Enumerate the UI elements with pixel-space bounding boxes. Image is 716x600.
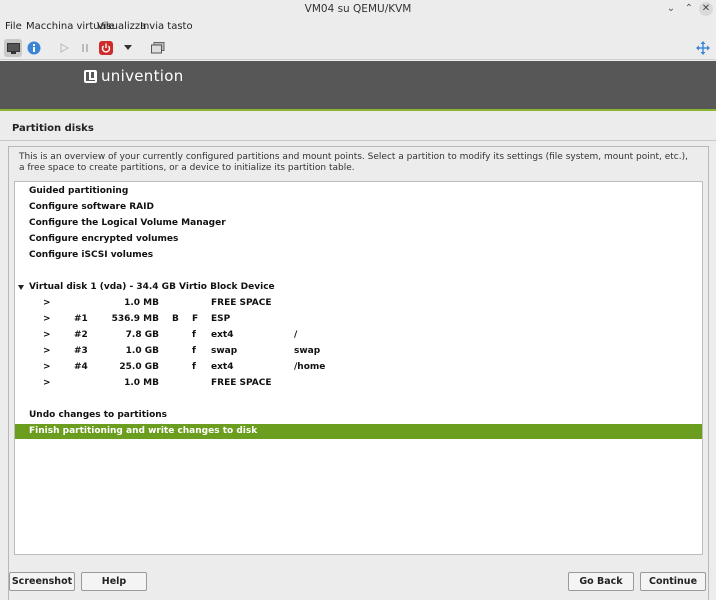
partition-filesystem: FREE SPACE [211,378,272,388]
installer-banner: univention [0,61,716,111]
partition-format-flag: f [192,362,196,372]
partition-filesystem: swap [211,346,238,356]
partition-bootable-flag: B [172,314,179,324]
partition-arrow: > [43,362,51,372]
partition-format-flag: f [192,330,196,340]
list-item-label: Configure software RAID [29,202,154,212]
minimize-icon[interactable]: ⌄ [664,2,678,16]
partition-format-flag: F [192,314,199,324]
menu-visualizza[interactable]: Visualizza [97,21,146,32]
partition-number: #2 [74,330,88,340]
window-titlebar: VM04 su QEMU/KVM ⌄ ⌃ ✕ [0,0,716,18]
partition-row[interactable]: > 1.0 MB FREE SPACE [15,376,702,391]
partition-size: 1.0 MB [124,378,159,388]
partition-size: 25.0 GB [119,362,159,372]
partition-row[interactable]: > #4 25.0 GB f ext4 /home [15,360,702,375]
content-panel: This is an overview of your currently co… [8,146,709,600]
list-item-undo[interactable]: Undo changes to partitions [15,408,702,423]
vm-display[interactable]: univention Partition disks This is an ov… [0,61,716,600]
partition-mountpoint: swap [294,346,321,356]
univention-logo-icon [84,69,97,83]
list-item-label: Undo changes to partitions [29,410,168,420]
divider [0,140,716,141]
partition-number: #3 [74,346,88,356]
partition-number: #1 [74,314,88,324]
partition-size: 1.0 MB [124,298,159,308]
partition-row[interactable]: > #3 1.0 GB f swap swap [15,344,702,359]
snapshot-icon[interactable] [149,39,167,57]
list-item-guided[interactable]: Guided partitioning [15,184,702,199]
power-icon[interactable] [97,39,115,57]
help-button[interactable]: Help [81,572,147,591]
dropdown-icon[interactable] [119,39,137,57]
partition-mountpoint: /home [294,362,326,372]
list-item-label: Configure the Logical Volume Manager [29,218,226,228]
info-icon[interactable] [25,39,43,57]
expand-triangle-icon [18,285,24,290]
fullscreen-icon[interactable] [694,39,712,57]
list-item-finish[interactable]: Finish partitioning and write changes to… [15,424,702,439]
maximize-icon[interactable]: ⌃ [682,2,696,16]
partition-mountpoint: / [294,330,298,340]
partition-arrow: > [43,330,51,340]
list-item-label: Guided partitioning [29,186,129,196]
partition-row[interactable]: > 1.0 MB FREE SPACE [15,296,702,311]
partition-list[interactable]: Guided partitioning Configure software R… [14,181,703,555]
list-item-encrypted[interactable]: Configure encrypted volumes [15,232,702,247]
play-icon[interactable] [55,39,73,57]
continue-button[interactable]: Continue [640,572,706,591]
screenshot-button[interactable]: Screenshot [9,572,75,591]
partition-filesystem: ext4 [211,330,234,340]
disk-row[interactable]: Virtual disk 1 (vda) - 34.4 GB Virtio Bl… [15,280,702,295]
partition-size: 536.9 MB [111,314,159,324]
window-title: VM04 su QEMU/KVM [304,3,412,15]
menu-file[interactable]: File [5,21,22,32]
pause-icon[interactable] [76,39,94,57]
partition-filesystem: ext4 [211,362,234,372]
brand-name: univention [101,67,184,85]
monitor-icon[interactable] [4,39,22,57]
toolbar [0,36,716,60]
partition-arrow: > [43,346,51,356]
partition-size: 1.0 GB [125,346,159,356]
list-item-lvm[interactable]: Configure the Logical Volume Manager [15,216,702,231]
list-item-label: Configure encrypted volumes [29,234,179,244]
list-item-label: Finish partitioning and write changes to… [29,426,258,436]
page-title: Partition disks [12,123,94,134]
partition-size: 7.8 GB [125,330,159,340]
go-back-button[interactable]: Go Back [568,572,634,591]
list-item-label: Configure iSCSI volumes [29,250,154,260]
description-text: This is an overview of your currently co… [19,152,688,173]
list-item-iscsi[interactable]: Configure iSCSI volumes [15,248,702,263]
list-item-raid[interactable]: Configure software RAID [15,200,702,215]
univention-logo: univention [84,67,184,85]
partition-arrow: > [43,314,51,324]
partition-row[interactable]: > #2 7.8 GB f ext4 / [15,328,702,343]
partition-row[interactable]: > #1 536.9 MB B F ESP [15,312,702,327]
partition-format-flag: f [192,346,196,356]
close-icon[interactable]: ✕ [699,2,713,16]
menubar: File Macchina virtuale Visualizza Invia … [0,18,716,36]
partition-filesystem: ESP [211,314,231,324]
partition-arrow: > [43,378,51,388]
disk-label: Virtual disk 1 (vda) - 34.4 GB Virtio Bl… [29,282,275,292]
menu-invia-tasto[interactable]: Invia tasto [140,21,193,32]
partition-arrow: > [43,298,51,308]
partition-number: #4 [74,362,88,372]
partition-filesystem: FREE SPACE [211,298,272,308]
